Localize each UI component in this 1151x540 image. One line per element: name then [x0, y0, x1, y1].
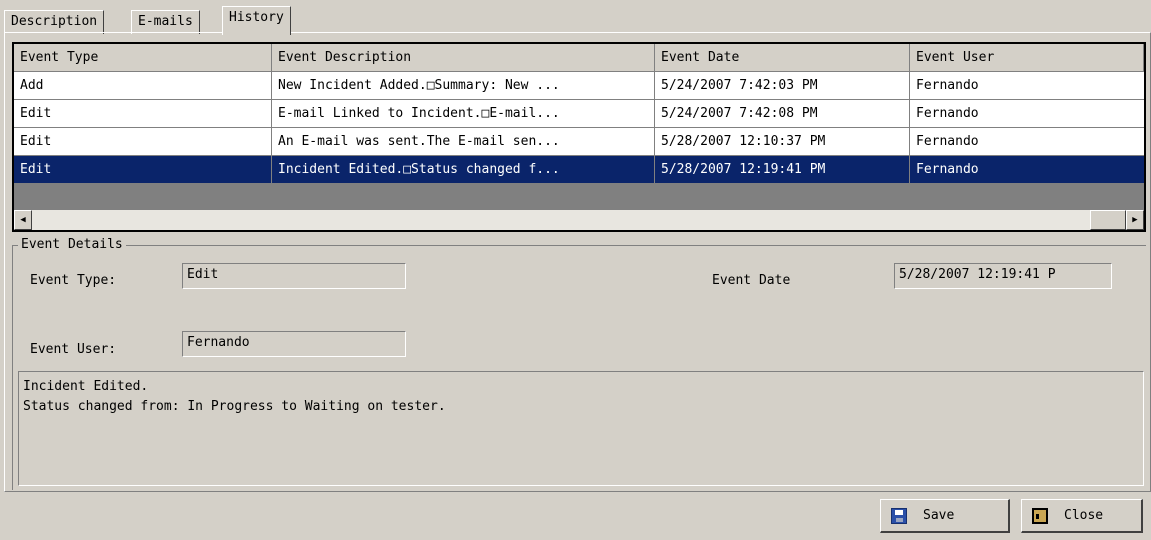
column-header-event-description[interactable]: Event Description — [272, 44, 655, 72]
event-type-label: Event Type: — [30, 273, 117, 288]
grid-header: Event Type Event Description Event Date … — [14, 44, 1144, 72]
arrow-left-icon[interactable]: ◀ — [14, 210, 32, 230]
cell-event-description: New Incident Added.□Summary: New ... — [272, 72, 655, 100]
floppy-disk-icon — [891, 507, 907, 524]
column-header-event-date[interactable]: Event Date — [655, 44, 910, 72]
close-button[interactable]: Close — [1021, 499, 1143, 533]
scrollbar-thumb[interactable] — [1090, 210, 1126, 230]
event-user-label: Event User: — [30, 342, 117, 357]
cell-event-user: Fernando — [910, 128, 1144, 156]
cell-event-type: Edit — [14, 156, 272, 184]
event-user-field[interactable]: Fernando — [182, 331, 406, 357]
cell-event-user: Fernando — [910, 72, 1144, 100]
column-header-event-type[interactable]: Event Type — [14, 44, 272, 72]
close-button-label: Close — [1064, 508, 1104, 523]
table-row[interactable]: Edit An E-mail was sent.The E-mail sen..… — [14, 128, 1144, 156]
cell-event-date: 5/28/2007 12:19:41 PM — [655, 156, 910, 184]
cell-event-type: Edit — [14, 128, 272, 156]
save-button[interactable]: Save — [880, 499, 1010, 533]
table-row[interactable]: Add New Incident Added.□Summary: New ...… — [14, 72, 1144, 100]
event-type-field[interactable]: Edit — [182, 263, 406, 289]
cell-event-user: Fernando — [910, 156, 1144, 184]
door-exit-icon — [1032, 507, 1048, 524]
event-date-field[interactable]: 5/28/2007 12:19:41 P — [894, 263, 1112, 289]
tab-history[interactable]: History — [222, 6, 291, 35]
cell-event-date: 5/24/2007 7:42:03 PM — [655, 72, 910, 100]
table-row[interactable]: Edit E-mail Linked to Incident.□E-mail..… — [14, 100, 1144, 128]
horizontal-scrollbar[interactable]: ◀ ▶ — [14, 210, 1144, 230]
save-button-label: Save — [923, 508, 955, 523]
cell-event-type: Add — [14, 72, 272, 100]
cell-event-date: 5/28/2007 12:10:37 PM — [655, 128, 910, 156]
column-header-event-user[interactable]: Event User — [910, 44, 1144, 72]
table-row-selected[interactable]: Edit Incident Edited.□Status changed f..… — [14, 156, 1144, 184]
cell-event-description: E-mail Linked to Incident.□E-mail... — [272, 100, 655, 128]
event-details-legend: Event Details — [18, 236, 126, 254]
cell-event-type: Edit — [14, 100, 272, 128]
cell-event-description: Incident Edited.□Status changed f... — [272, 156, 655, 184]
history-grid[interactable]: Event Type Event Description Event Date … — [12, 42, 1146, 232]
cell-event-user: Fernando — [910, 100, 1144, 128]
cell-event-date: 5/24/2007 7:42:08 PM — [655, 100, 910, 128]
arrow-right-icon[interactable]: ▶ — [1126, 210, 1144, 230]
tab-description[interactable]: Description — [4, 10, 105, 34]
cell-event-description: An E-mail was sent.The E-mail sen... — [272, 128, 655, 156]
tab-emails[interactable]: E-mails — [131, 10, 200, 34]
event-description-textarea[interactable]: Incident Edited. Status changed from: In… — [18, 371, 1144, 486]
event-date-label: Event Date — [712, 273, 791, 288]
